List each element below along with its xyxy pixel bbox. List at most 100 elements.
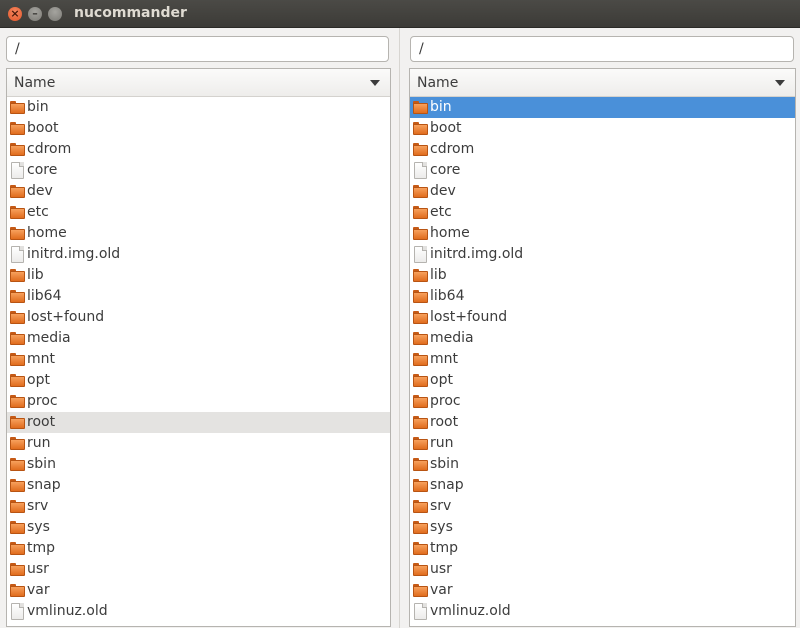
right-path-input[interactable]	[410, 36, 794, 62]
list-item[interactable]: srv	[7, 496, 390, 517]
list-item[interactable]: dev	[410, 181, 795, 202]
list-item[interactable]: usr	[7, 559, 390, 580]
list-item[interactable]: run	[7, 433, 390, 454]
list-item[interactable]: etc	[410, 202, 795, 223]
item-name: lib64	[430, 288, 465, 304]
item-name: bin	[430, 99, 452, 115]
list-item[interactable]: lost+found	[7, 307, 390, 328]
folder-icon	[413, 437, 428, 450]
folder-icon	[10, 311, 25, 324]
list-item[interactable]: root	[410, 412, 795, 433]
right-panel: Name bin boot cdrom core dev etc home initrd.im…	[403, 28, 800, 628]
folder-icon	[413, 311, 428, 324]
list-item[interactable]: srv	[410, 496, 795, 517]
list-item[interactable]: mnt	[410, 349, 795, 370]
left-file-list[interactable]: Name bin boot cdrom core dev etc home initrd.im…	[6, 68, 391, 627]
list-item[interactable]: mnt	[7, 349, 390, 370]
folder-icon	[413, 143, 428, 156]
list-item[interactable]: root	[7, 412, 390, 433]
list-item[interactable]: vmlinuz.old	[7, 601, 390, 622]
list-item[interactable]: sys	[410, 517, 795, 538]
folder-icon	[10, 227, 25, 240]
list-item[interactable]: sbin	[410, 454, 795, 475]
list-item[interactable]: snap	[7, 475, 390, 496]
item-name: opt	[430, 372, 453, 388]
list-item[interactable]: cdrom	[410, 139, 795, 160]
item-name: root	[430, 414, 459, 430]
list-item[interactable]: opt	[7, 370, 390, 391]
list-item[interactable]: lib	[410, 265, 795, 286]
item-name: sbin	[430, 456, 459, 472]
list-item[interactable]: snap	[410, 475, 795, 496]
list-item[interactable]: initrd.img.old	[7, 244, 390, 265]
list-item[interactable]: media	[7, 328, 390, 349]
maximize-icon[interactable]	[48, 7, 62, 21]
minimize-icon[interactable]: –	[28, 7, 42, 21]
item-name: cdrom	[430, 141, 475, 157]
list-item[interactable]: var	[410, 580, 795, 601]
item-name: sys	[430, 519, 453, 535]
item-name: srv	[27, 498, 49, 514]
list-item[interactable]: opt	[410, 370, 795, 391]
right-file-list[interactable]: Name bin boot cdrom core dev etc home initrd.im…	[409, 68, 796, 627]
list-item[interactable]: tmp	[410, 538, 795, 559]
list-item[interactable]: usr	[410, 559, 795, 580]
list-item[interactable]: etc	[7, 202, 390, 223]
list-item[interactable]: home	[410, 223, 795, 244]
list-item[interactable]: media	[410, 328, 795, 349]
folder-icon	[413, 521, 428, 534]
folder-icon	[413, 479, 428, 492]
list-item[interactable]: lib64	[410, 286, 795, 307]
item-name: core	[27, 162, 58, 178]
folder-icon	[413, 374, 428, 387]
left-column-header-name[interactable]: Name	[7, 69, 390, 97]
list-item[interactable]: home	[7, 223, 390, 244]
list-item[interactable]: bin	[410, 97, 795, 118]
item-name: initrd.img.old	[27, 246, 121, 262]
folder-icon	[413, 185, 428, 198]
list-item[interactable]: initrd.img.old	[410, 244, 795, 265]
right-rows: bin boot cdrom core dev etc home initrd.img.old…	[410, 97, 795, 622]
list-item[interactable]: proc	[7, 391, 390, 412]
list-item[interactable]: lib	[7, 265, 390, 286]
item-name: etc	[430, 204, 452, 220]
list-item[interactable]: run	[410, 433, 795, 454]
item-name: usr	[430, 561, 452, 577]
list-item[interactable]: sys	[7, 517, 390, 538]
list-item[interactable]: core	[410, 160, 795, 181]
list-item[interactable]: boot	[410, 118, 795, 139]
file-icon	[11, 162, 24, 179]
sort-desc-icon	[370, 80, 380, 86]
list-item[interactable]: dev	[7, 181, 390, 202]
item-name: proc	[27, 393, 58, 409]
list-item[interactable]: proc	[410, 391, 795, 412]
folder-icon	[10, 395, 25, 408]
list-item[interactable]: cdrom	[7, 139, 390, 160]
list-item[interactable]: bin	[7, 97, 390, 118]
left-path-input[interactable]	[6, 36, 389, 62]
item-name: lib	[430, 267, 447, 283]
list-item[interactable]: boot	[7, 118, 390, 139]
list-item[interactable]: core	[7, 160, 390, 181]
file-icon	[414, 162, 427, 179]
list-item[interactable]: lib64	[7, 286, 390, 307]
list-item[interactable]: var	[7, 580, 390, 601]
item-name: boot	[27, 120, 59, 136]
list-item[interactable]: lost+found	[410, 307, 795, 328]
right-column-header-name[interactable]: Name	[410, 69, 795, 97]
folder-icon	[10, 416, 25, 429]
folder-icon	[10, 290, 25, 303]
folder-icon	[413, 584, 428, 597]
folder-icon	[413, 500, 428, 513]
title-bar: × – nucommander	[0, 0, 800, 28]
list-item[interactable]: vmlinuz.old	[410, 601, 795, 622]
item-name: bin	[27, 99, 49, 115]
item-name: var	[430, 582, 453, 598]
folder-icon	[10, 353, 25, 366]
list-item[interactable]: sbin	[7, 454, 390, 475]
close-icon[interactable]: ×	[8, 7, 22, 21]
list-item[interactable]: tmp	[7, 538, 390, 559]
item-name: usr	[27, 561, 49, 577]
folder-icon	[10, 122, 25, 135]
item-name: media	[430, 330, 474, 346]
